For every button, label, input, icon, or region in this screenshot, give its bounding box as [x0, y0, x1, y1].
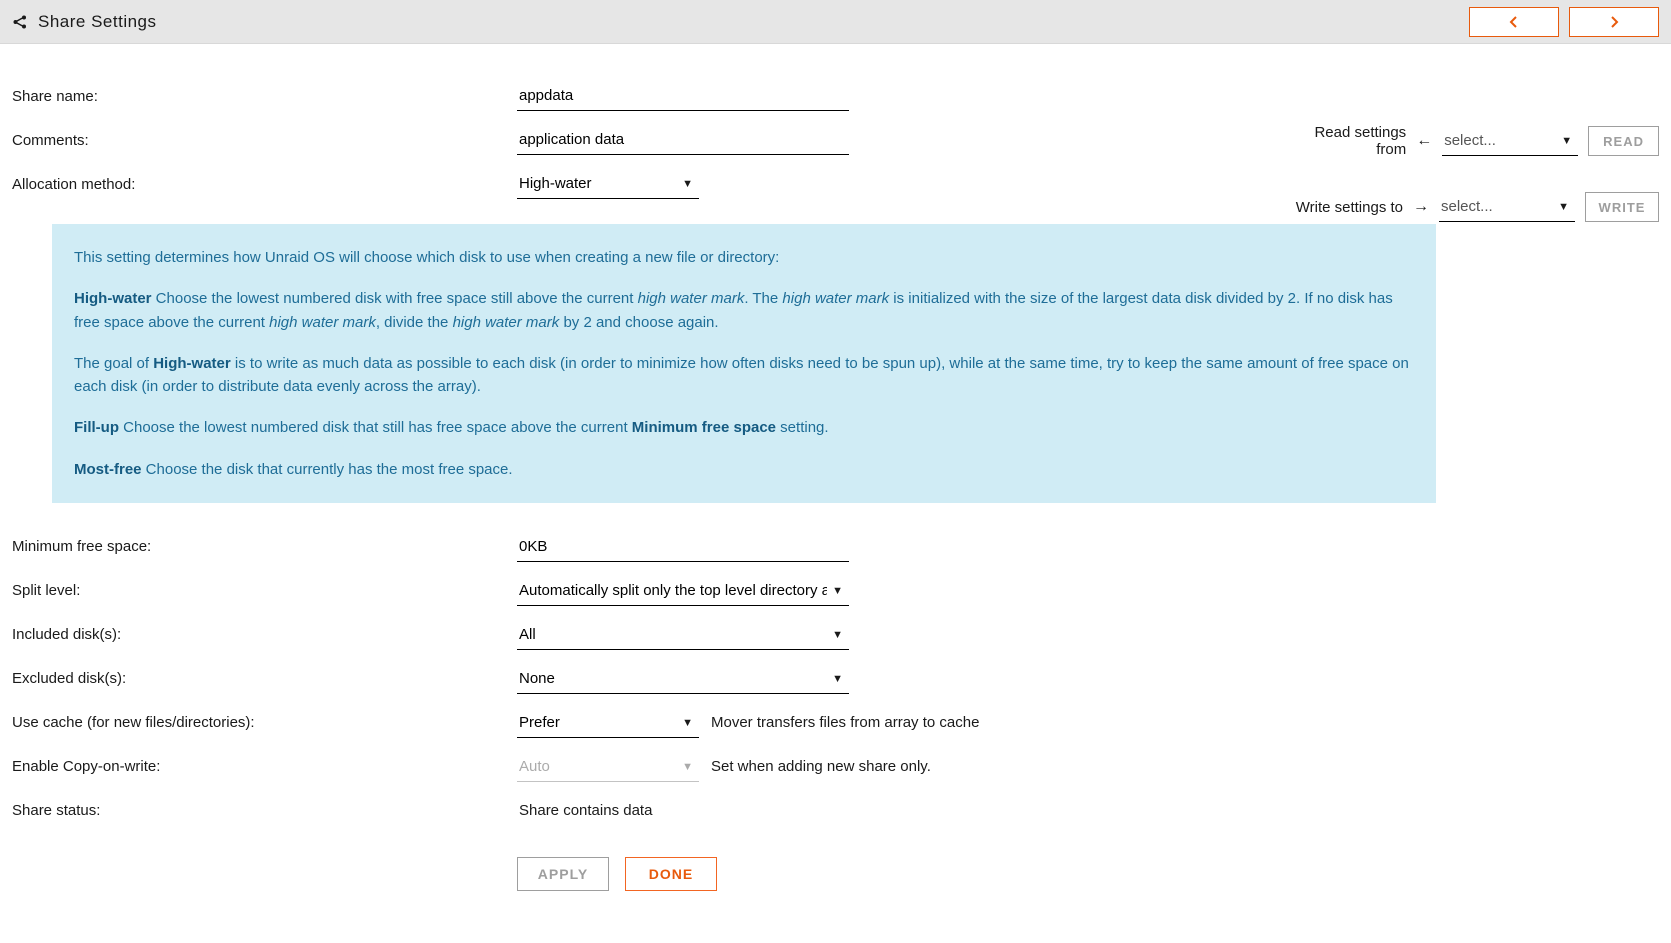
copy-on-write-note: Set when adding new share only.	[699, 758, 931, 775]
use-cache-select[interactable]: Prefer	[517, 708, 699, 738]
comments-label: Comments:	[12, 132, 517, 149]
write-settings-select[interactable]: select...	[1439, 192, 1575, 222]
help-most-free: Most-free Choose the disk that currently…	[74, 458, 1414, 481]
done-button[interactable]: DONE	[625, 857, 717, 891]
use-cache-label: Use cache (for new files/directories):	[12, 714, 517, 731]
excluded-disks-label: Excluded disk(s):	[12, 670, 517, 687]
share-status-label: Share status:	[12, 802, 517, 819]
form-content: Share name: Comments: Allocation method:…	[0, 44, 1448, 931]
read-button[interactable]: READ	[1588, 126, 1659, 156]
allocation-method-select[interactable]: High-water	[517, 169, 699, 199]
use-cache-note: Mover transfers files from array to cach…	[699, 714, 979, 731]
prev-page-button[interactable]	[1469, 7, 1559, 37]
apply-button[interactable]: APPLY	[517, 857, 609, 891]
share-name-input[interactable]	[517, 81, 849, 111]
read-settings-select[interactable]: select...	[1442, 126, 1578, 156]
allocation-method-label: Allocation method:	[12, 176, 517, 193]
copy-on-write-label: Enable Copy-on-write:	[12, 758, 517, 775]
allocation-help-panel: This setting determines how Unraid OS wi…	[52, 224, 1436, 503]
help-fill-up: Fill-up Choose the lowest numbered disk …	[74, 416, 1414, 439]
share-status-value: Share contains data	[517, 796, 654, 825]
copy-on-write-select: Auto	[517, 752, 699, 782]
min-free-space-label: Minimum free space:	[12, 538, 517, 555]
comments-input[interactable]	[517, 125, 849, 155]
share-name-label: Share name:	[12, 88, 517, 105]
min-free-space-input[interactable]	[517, 532, 849, 562]
included-disks-label: Included disk(s):	[12, 626, 517, 643]
next-page-button[interactable]	[1569, 7, 1659, 37]
help-high-water: High-water Choose the lowest numbered di…	[74, 287, 1414, 334]
included-disks-select[interactable]: All	[517, 620, 849, 650]
split-level-select[interactable]: Automatically split only the top level d…	[517, 576, 849, 606]
page-title: Share Settings	[38, 12, 157, 32]
split-level-label: Split level:	[12, 582, 517, 599]
share-icon	[12, 14, 28, 30]
excluded-disks-select[interactable]: None	[517, 664, 849, 694]
help-intro: This setting determines how Unraid OS wi…	[74, 246, 1414, 269]
help-high-water-goal: The goal of High-water is to write as mu…	[74, 352, 1414, 399]
header-bar: Share Settings	[0, 0, 1671, 44]
write-button[interactable]: WRITE	[1585, 192, 1659, 222]
